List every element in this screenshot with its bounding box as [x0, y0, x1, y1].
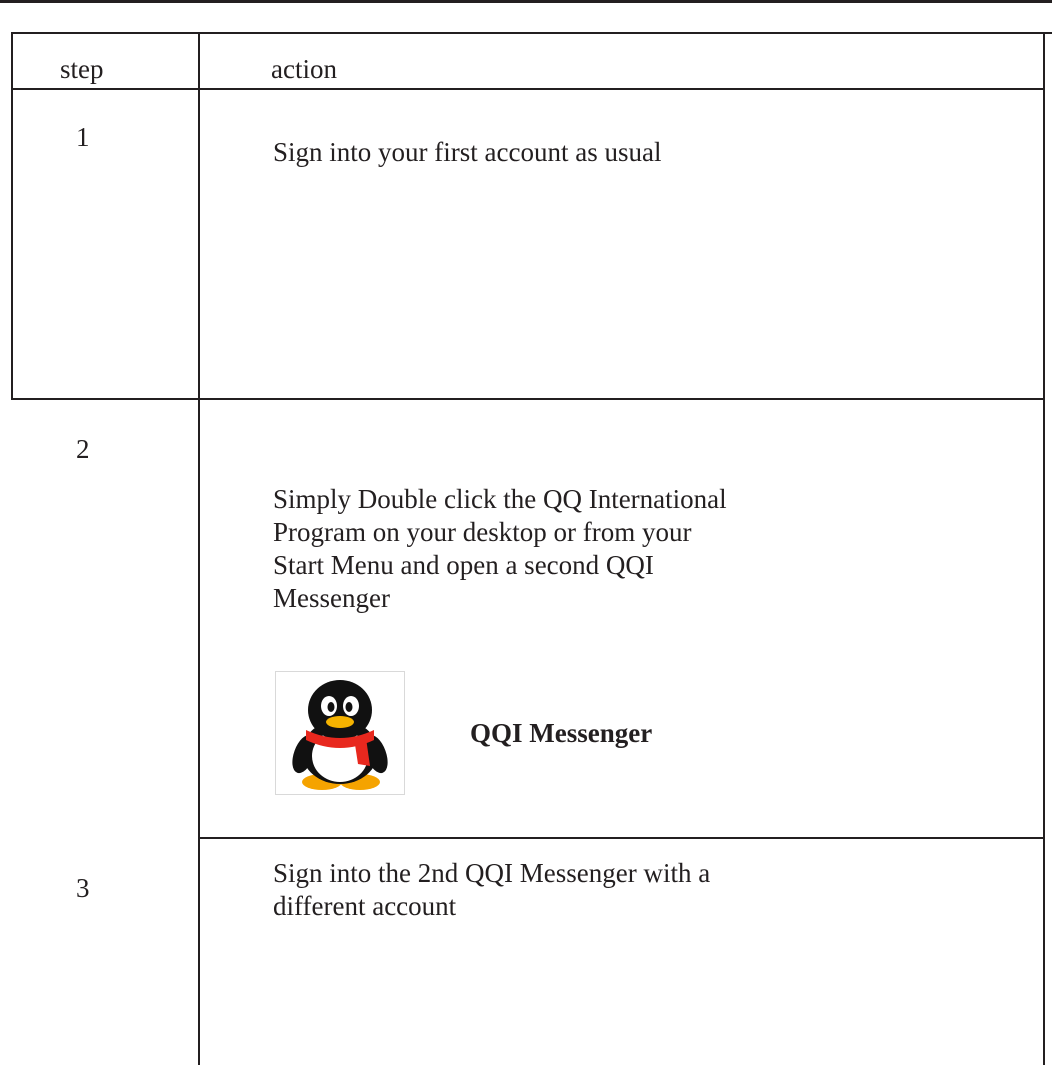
action-text-3: Sign into the 2nd QQI Messenger with a d… [273, 857, 710, 923]
table-right-border [1043, 32, 1045, 1065]
step-number-3: 3 [76, 873, 90, 903]
action-2-line-2: Program on your desktop or from your [273, 517, 692, 547]
action-3-line-1: Sign into the 2nd QQI Messenger with a [273, 858, 711, 888]
header-step: step [60, 54, 104, 84]
qq-penguin-icon [275, 671, 405, 795]
header-row-divider [11, 88, 1045, 90]
step-number-2: 2 [76, 434, 90, 464]
action-2-line-3: Start Menu and open a second QQI [273, 550, 654, 580]
step-number-1: 1 [76, 122, 90, 152]
action-text-1: Sign into your first account as usual [273, 136, 661, 169]
table-top-border [11, 32, 1052, 34]
action-1-line-1: Sign into your first account as usual [273, 137, 662, 167]
row-2-divider [198, 837, 1043, 839]
row-1-divider [11, 398, 1045, 400]
icon-caption: QQI Messenger [470, 718, 653, 748]
action-2-line-1: Simply Double click the QQ International [273, 484, 727, 514]
action-2-line-4: Messenger [273, 583, 390, 613]
action-3-line-2: different account [273, 891, 457, 921]
header-action: action [271, 54, 337, 84]
action-text-2: Simply Double click the QQ International… [273, 483, 727, 615]
top-rule [0, 0, 1052, 3]
qq-penguin-svg [292, 680, 388, 790]
column-divider [198, 32, 200, 1065]
